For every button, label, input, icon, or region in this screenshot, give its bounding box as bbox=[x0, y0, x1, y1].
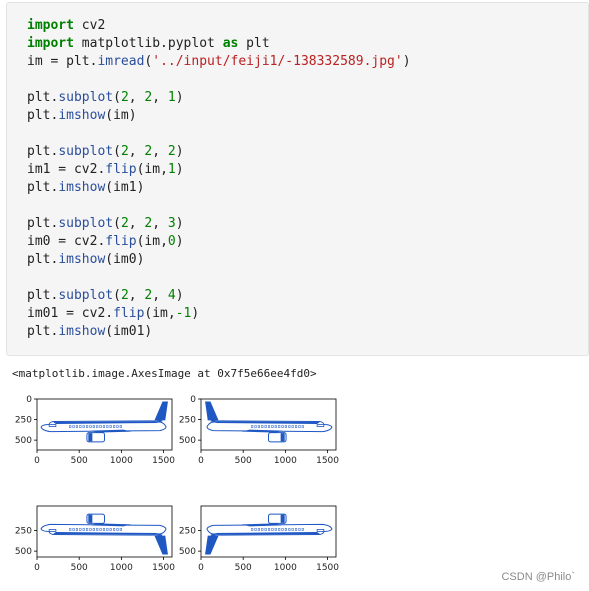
code-line: plt.subplot(2, 2, 3) bbox=[27, 216, 184, 231]
y-tick-label: 250 bbox=[179, 416, 196, 426]
x-tick-label: 0 bbox=[198, 456, 204, 466]
x-tick-label: 0 bbox=[34, 456, 40, 466]
watermark: CSDN @Philo` bbox=[501, 571, 575, 583]
code-line: im1 = cv2.flip(im,1) bbox=[27, 162, 184, 177]
subplot-flip-horizontal: 0 500 1000 15000250500 bbox=[179, 395, 339, 466]
output-text: <matplotlib.image.AxesImage at 0x7f5e66e… bbox=[12, 367, 317, 380]
x-tick-label: 500 bbox=[235, 456, 252, 466]
x-tick-label: 500 bbox=[71, 563, 88, 573]
x-tick-label: 0 bbox=[198, 563, 204, 573]
code-line: plt.subplot(2, 2, 1) bbox=[27, 90, 184, 105]
x-tick-label: 1000 bbox=[274, 456, 297, 466]
code-line: im01 = cv2.flip(im,-1) bbox=[27, 306, 200, 321]
x-tick-label: 1500 bbox=[316, 456, 339, 466]
y-tick-label: 500 bbox=[15, 436, 32, 446]
subplot-flip-vertical: 0 500 1000 1500250500 bbox=[15, 505, 175, 573]
code-line: ​ bbox=[27, 269, 411, 287]
code-line: im = plt.imread('../input/feiji1/-138332… bbox=[27, 54, 411, 69]
code-line: import matplotlib.pyplot as plt bbox=[27, 36, 270, 51]
code-line: plt.imshow(im1) bbox=[27, 180, 145, 195]
code-line: plt.imshow(im0) bbox=[27, 252, 145, 267]
subplot-flip-both: 0 500 1000 1500250500 bbox=[179, 505, 339, 573]
code-line: plt.subplot(2, 2, 4) bbox=[27, 288, 184, 303]
x-tick-label: 1000 bbox=[110, 563, 133, 573]
y-tick-label: 500 bbox=[179, 436, 196, 446]
x-tick-label: 500 bbox=[235, 563, 252, 573]
y-tick-label: 0 bbox=[190, 395, 196, 405]
code-line: plt.imshow(im01) bbox=[27, 324, 153, 339]
x-tick-label: 1500 bbox=[152, 563, 175, 573]
x-tick-label: 1500 bbox=[316, 563, 339, 573]
code-line: import cv2 bbox=[27, 18, 106, 33]
y-tick-label: 500 bbox=[15, 547, 32, 557]
code-cell[interactable]: import cv2 import matplotlib.pyplot as pl… bbox=[6, 2, 589, 356]
y-tick-label: 250 bbox=[179, 527, 196, 537]
y-tick-label: 250 bbox=[15, 527, 32, 537]
x-tick-label: 500 bbox=[71, 456, 88, 466]
x-tick-label: 1000 bbox=[274, 563, 297, 573]
matplotlib-figure: 0 500 1000 150002505000 500 1000 150002505000 5… bbox=[15, 395, 339, 573]
y-tick-label: 250 bbox=[15, 416, 32, 426]
code-line: ​ bbox=[27, 125, 411, 143]
code-editor[interactable]: import cv2 import matplotlib.pyplot as pl… bbox=[27, 17, 411, 341]
x-tick-label: 0 bbox=[34, 563, 40, 573]
code-line: ​ bbox=[27, 197, 411, 215]
subplot-original: 0 500 1000 15000250500 bbox=[15, 395, 175, 466]
x-tick-label: 1000 bbox=[110, 456, 133, 466]
code-line: plt.subplot(2, 2, 2) bbox=[27, 144, 184, 159]
y-tick-label: 500 bbox=[179, 547, 196, 557]
code-line: ​ bbox=[27, 71, 411, 89]
y-tick-label: 0 bbox=[26, 395, 32, 405]
x-tick-label: 1500 bbox=[152, 456, 175, 466]
code-line: im0 = cv2.flip(im,0) bbox=[27, 234, 184, 249]
code-line: plt.imshow(im) bbox=[27, 108, 137, 123]
